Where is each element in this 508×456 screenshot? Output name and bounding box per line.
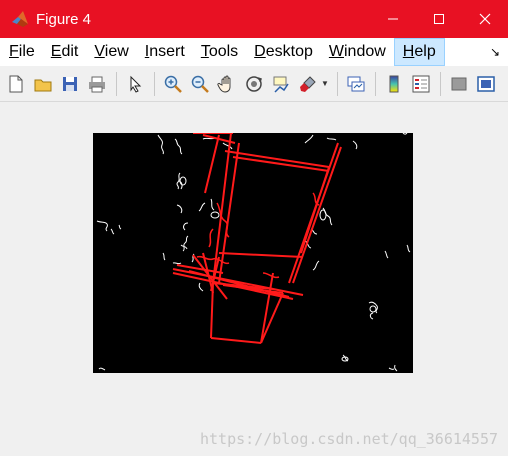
open-file-icon[interactable] [31,72,55,96]
show-plot-tools-icon[interactable] [474,72,498,96]
legend-icon[interactable] [409,72,433,96]
menu-view[interactable]: View [86,38,136,66]
brush-dropdown-icon[interactable]: ▼ [321,79,329,88]
menu-file[interactable]: File [0,38,43,66]
toolbar-separator [375,71,376,96]
figure-toolbar: ▼ [0,66,508,102]
data-cursor-icon[interactable] [269,72,293,96]
colorbar-icon[interactable] [382,72,406,96]
watermark-text: https://blog.csdn.net/qq_36614557 [199,430,498,448]
menu-tools[interactable]: Tools [193,38,246,66]
minimize-button[interactable] [370,0,416,38]
menu-edit[interactable]: Edit [43,38,87,66]
title-bar: Figure 4 [0,0,508,38]
toolbar-separator [440,71,441,96]
toolbar-separator [337,71,338,96]
edge-detection-image[interactable] [93,133,413,373]
menu-help[interactable]: Help [393,38,445,66]
matlab-logo-icon [12,11,28,27]
menu-insert[interactable]: Insert [137,38,193,66]
print-icon[interactable] [85,72,109,96]
menu-desktop[interactable]: Desktop [246,38,321,66]
brush-icon[interactable] [296,72,320,96]
toolbar-separator [116,71,117,96]
close-icon [479,13,491,25]
menu-window[interactable]: Window [321,38,394,66]
save-icon[interactable] [58,72,82,96]
rotate-3d-icon[interactable] [242,72,266,96]
menu-overflow-icon[interactable]: ↘ [490,45,500,59]
minimize-icon [388,18,398,20]
link-plot-icon[interactable] [344,72,368,96]
hide-plot-tools-icon[interactable] [447,72,471,96]
window-title: Figure 4 [36,10,92,28]
toolbar-separator [154,71,155,96]
maximize-icon [434,14,444,24]
menu-bar: File Edit View Insert Tools Desktop Wind… [0,38,508,66]
new-figure-icon[interactable] [4,72,28,96]
zoom-out-icon[interactable] [188,72,212,96]
pan-icon[interactable] [215,72,239,96]
zoom-in-icon[interactable] [161,72,185,96]
maximize-button[interactable] [416,0,462,38]
close-button[interactable] [462,0,508,38]
pointer-icon[interactable] [123,72,147,96]
figure-canvas: https://blog.csdn.net/qq_36614557 [0,103,508,456]
